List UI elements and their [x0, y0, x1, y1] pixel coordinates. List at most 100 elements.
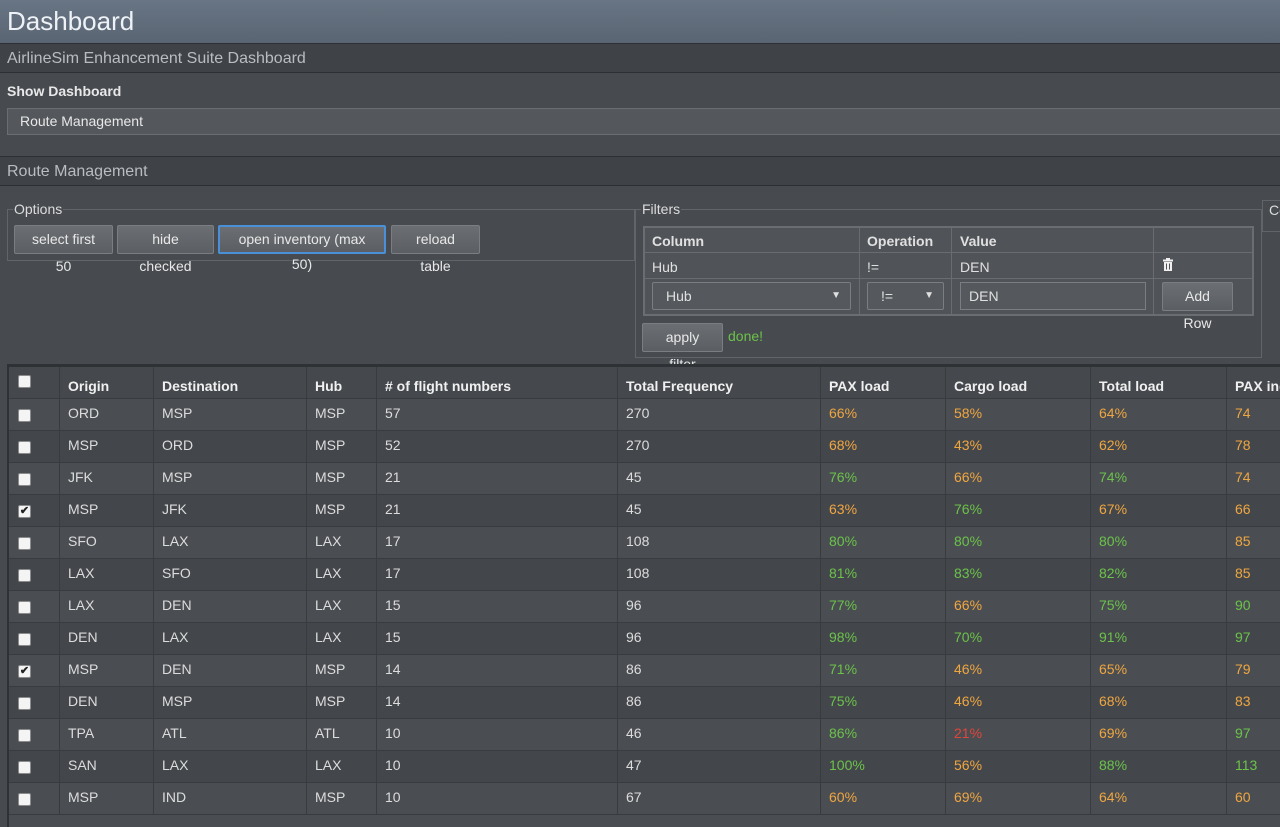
cell-total: 80% — [1090, 527, 1226, 558]
cell-pax: 98% — [820, 623, 945, 654]
table-row[interactable]: ✔ MSP DEN MSP 14 86 71% 46% 65% 79 — [9, 655, 1280, 687]
header-origin[interactable]: Origin — [59, 367, 153, 398]
row-checkbox[interactable] — [18, 473, 31, 486]
cell-total: 65% — [1090, 655, 1226, 686]
cell-hub: LAX — [306, 527, 376, 558]
cell-cargo: 66% — [945, 591, 1090, 622]
cell-dest: MSP — [153, 687, 306, 718]
cell-paxi: 85 — [1226, 527, 1280, 558]
header-total-frequency[interactable]: Total Frequency — [617, 367, 820, 398]
cell-origin: DEN — [59, 687, 153, 718]
cell-dest: IND — [153, 783, 306, 814]
cell-paxi: 113 — [1226, 751, 1280, 782]
cell-freq: 108 — [617, 559, 820, 590]
hide-checked-button[interactable]: hide checked — [117, 225, 214, 274]
cell-dest: MSP — [153, 399, 306, 430]
cell-origin: MSP — [59, 495, 153, 526]
table-row[interactable]: LAX DEN LAX 15 96 77% 66% 75% 90 — [9, 591, 1280, 623]
cell-freq: 270 — [617, 431, 820, 462]
cell-origin: TPA — [59, 719, 153, 750]
cell-cargo: 76% — [945, 495, 1090, 526]
row-checkbox[interactable]: ✔ — [18, 505, 31, 518]
cell-origin: MSP — [59, 655, 153, 686]
cell-pax: 86% — [820, 719, 945, 750]
cell-total: 64% — [1090, 783, 1226, 814]
check-icon: ✔ — [19, 665, 30, 677]
cell-flights: 17 — [376, 559, 617, 590]
table-row[interactable]: JFK MSP MSP 21 45 76% 66% 74% 74 — [9, 463, 1280, 495]
row-checkbox[interactable] — [18, 601, 31, 614]
table-row[interactable]: MSP ORD MSP 52 270 68% 43% 62% 78 — [9, 431, 1280, 463]
cell-flights: 10 — [376, 751, 617, 782]
cell-total: 82% — [1090, 559, 1226, 590]
header-destination[interactable]: Destination — [153, 367, 306, 398]
cell-flights: 52 — [376, 431, 617, 462]
filter-value-input[interactable]: DEN — [960, 282, 1146, 310]
header-pax-index[interactable]: PAX ind — [1226, 367, 1280, 398]
cell-hub: MSP — [306, 495, 376, 526]
row-checkbox[interactable] — [18, 697, 31, 710]
suite-title: AirlineSim Enhancement Suite Dashboard — [0, 43, 1280, 73]
row-checkbox[interactable] — [18, 569, 31, 582]
cell-flights: 17 — [376, 527, 617, 558]
table-row[interactable]: DEN LAX LAX 15 96 98% 70% 91% 97 — [9, 623, 1280, 655]
table-row[interactable]: ORD MSP MSP 57 270 66% 58% 64% 74 — [9, 399, 1280, 431]
row-checkbox[interactable] — [18, 409, 31, 422]
select-first-50-button[interactable]: select first 50 — [14, 225, 113, 274]
table-row[interactable]: SFO LAX LAX 17 108 80% 80% 80% 85 — [9, 527, 1280, 559]
header-hub[interactable]: Hub — [306, 367, 376, 398]
header-pax-load[interactable]: PAX load — [820, 367, 945, 398]
cell-total: 64% — [1090, 399, 1226, 430]
cell-dest: LAX — [153, 527, 306, 558]
trash-icon[interactable] — [1162, 258, 1174, 272]
cell-paxi: 97 — [1226, 623, 1280, 654]
cell-cargo: 70% — [945, 623, 1090, 654]
apply-filter-button[interactable]: apply filter — [642, 323, 723, 372]
row-checkbox[interactable] — [18, 633, 31, 646]
add-row-button[interactable]: Add Row — [1162, 282, 1233, 331]
cell-hub: ATL — [306, 719, 376, 750]
header-cargo-load[interactable]: Cargo load — [945, 367, 1090, 398]
cell-total: 69% — [1090, 719, 1226, 750]
cell-paxi: 60 — [1226, 783, 1280, 814]
table-row[interactable]: ✔ MSP JFK MSP 21 45 63% 76% 67% 66 — [9, 495, 1280, 527]
filter-column-select-value: Hub — [666, 288, 692, 304]
filter-row-operation: != — [867, 259, 880, 275]
cell-origin: LAX — [59, 591, 153, 622]
table-row[interactable]: SAN LAX LAX 10 47 100% 56% 88% 113 — [9, 751, 1280, 783]
cell-pax: 66% — [820, 399, 945, 430]
row-checkbox[interactable] — [18, 441, 31, 454]
row-checkbox[interactable] — [18, 537, 31, 550]
chevron-down-icon: ▼ — [831, 290, 841, 301]
table-row[interactable]: TPA ATL ATL 10 46 86% 21% 69% 97 — [9, 719, 1280, 751]
cell-total: 68% — [1090, 687, 1226, 718]
cell-dest: ORD — [153, 431, 306, 462]
dashboard-select[interactable]: Route Management — [7, 108, 1280, 135]
table-row[interactable]: DEN MSP MSP 14 86 75% 46% 68% 83 — [9, 687, 1280, 719]
table-row[interactable]: LAX SFO LAX 17 108 81% 83% 82% 85 — [9, 559, 1280, 591]
filter-column-select[interactable]: Hub ▼ — [652, 282, 851, 310]
select-all-checkbox[interactable] — [18, 375, 31, 388]
cell-flights: 14 — [376, 687, 617, 718]
cell-freq: 270 — [617, 399, 820, 430]
open-inventory-button[interactable]: open inventory (max 50) — [218, 225, 386, 272]
cell-origin: ORD — [59, 399, 153, 430]
cell-hub: LAX — [306, 623, 376, 654]
cell-total: 75% — [1090, 591, 1226, 622]
row-checkbox[interactable]: ✔ — [18, 665, 31, 678]
row-checkbox[interactable] — [18, 761, 31, 774]
filter-operation-select[interactable]: != ▼ — [867, 282, 944, 310]
cell-cargo: 56% — [945, 751, 1090, 782]
cell-pax: 63% — [820, 495, 945, 526]
header-flight-numbers[interactable]: # of flight numbers — [376, 367, 617, 398]
reload-table-button[interactable]: reload table — [391, 225, 480, 274]
cell-freq: 46 — [617, 719, 820, 750]
cell-origin: SFO — [59, 527, 153, 558]
table-row[interactable]: MSP IND MSP 10 67 60% 69% 64% 60 — [9, 783, 1280, 815]
page-title: Dashboard — [7, 6, 135, 36]
cell-paxi: 83 — [1226, 687, 1280, 718]
row-checkbox[interactable] — [18, 729, 31, 742]
cell-dest: MSP — [153, 463, 306, 494]
cell-hub: LAX — [306, 751, 376, 782]
header-total-load[interactable]: Total load — [1090, 367, 1226, 398]
